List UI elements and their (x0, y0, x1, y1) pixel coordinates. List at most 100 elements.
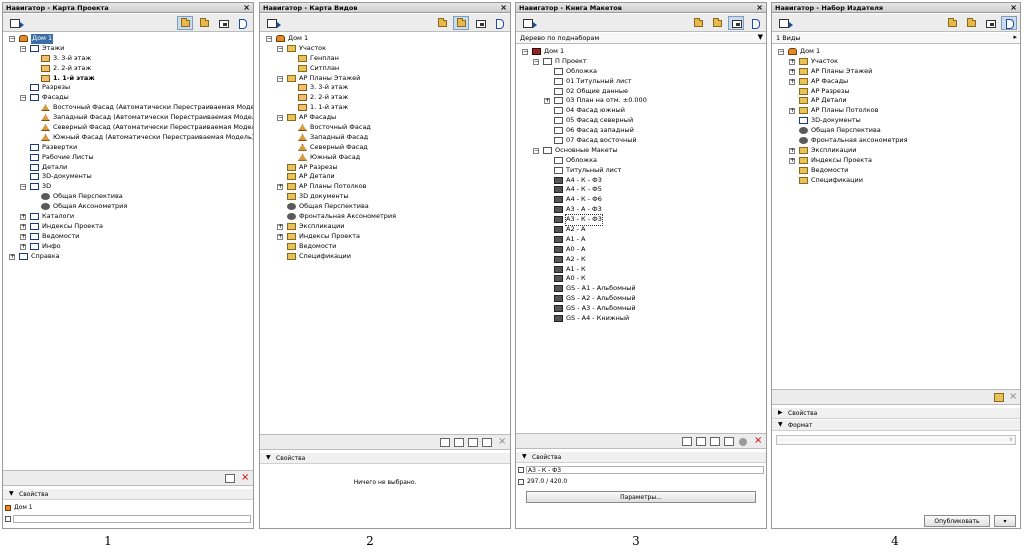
tree-row[interactable]: Северный Фасад (Автоматически Перестраив… (3, 123, 253, 133)
expand-icon[interactable]: + (9, 253, 15, 260)
tree-row[interactable]: 2. 2-й этаж (260, 93, 510, 103)
collapse-icon[interactable]: − (533, 58, 539, 65)
collapse-icon[interactable]: − (277, 75, 283, 82)
tree-row[interactable]: 1. 1-й этаж (3, 74, 253, 84)
layout-book-button[interactable] (472, 16, 488, 30)
clone-folder-icon[interactable] (468, 438, 478, 447)
publisher-sets-button[interactable] (747, 16, 763, 30)
tree-row[interactable]: Восточный Фасад (260, 123, 510, 133)
expand-icon[interactable]: + (789, 147, 795, 154)
tree-row[interactable]: − АР Фасады (260, 113, 510, 123)
tree-row[interactable]: + Справка (3, 252, 253, 262)
delete-icon[interactable]: × (498, 437, 508, 447)
expand-icon[interactable]: + (20, 223, 26, 230)
tree-row[interactable]: Развертки (3, 143, 253, 153)
new-master-icon[interactable] (710, 437, 720, 446)
tree-row[interactable]: А3 - К - Ф3 (516, 214, 766, 227)
tree-row[interactable]: Общая Перспектива (772, 126, 1020, 136)
tree-row[interactable]: + АР Планы Этажей (772, 67, 1020, 77)
layout-book-button[interactable] (215, 16, 231, 30)
tree-row[interactable]: А0 - К (516, 274, 766, 284)
tree-row[interactable]: 06 Фасад западный (516, 126, 766, 136)
tree-row[interactable]: Разрезы (3, 83, 253, 93)
collapse-icon[interactable]: − (522, 49, 528, 55)
expand-icon[interactable]: + (20, 243, 26, 250)
tree-row[interactable]: Южный Фасад (260, 153, 510, 163)
expand-icon[interactable]: + (789, 157, 795, 164)
collapse-icon[interactable]: − (9, 36, 15, 42)
tree-row[interactable]: А4 - К - Ф5 (516, 185, 766, 195)
tree-row[interactable]: − 3D (3, 182, 253, 192)
tree-row[interactable]: А2 - А (516, 225, 766, 235)
new-folder-icon[interactable] (225, 474, 235, 483)
tree-row[interactable]: Западный Фасад (Автоматически Перестраив… (3, 113, 253, 123)
navigator-menu-button[interactable] (775, 16, 795, 30)
tree-row[interactable]: 3. 3-й этаж (3, 54, 253, 64)
tree-row[interactable]: 3D-документы (3, 172, 253, 182)
project-tree[interactable]: − Дом 1− Этажи 3. 3-й этаж 2. 2-й этаж 1. 1-й… (3, 34, 253, 466)
tree-row[interactable]: + Экспликации (260, 222, 510, 232)
tree-row[interactable]: Общая Перспектива (260, 202, 510, 212)
view-tree[interactable]: − Дом 1− Участок Генплан Ситплан − АР Планы Эт… (260, 34, 510, 430)
tree-row[interactable]: Общая Аксонометрия (3, 202, 253, 212)
panel-titlebar[interactable]: Навигатор - Книга Макетов × (516, 3, 766, 13)
tree-row[interactable]: 05 Фасад северный (516, 116, 766, 126)
tree-row[interactable]: + Индексы Проекта (772, 156, 1020, 166)
collapse-icon[interactable]: − (20, 184, 26, 191)
tree-row[interactable]: А1 - А (516, 235, 766, 245)
tree-row[interactable]: А2 - К (516, 255, 766, 265)
tree-row[interactable]: − Этажи (3, 44, 253, 54)
tree-row[interactable]: + Индексы Проекта (3, 222, 253, 232)
collapse-icon[interactable]: − (277, 45, 283, 52)
tree-row[interactable]: Обложка (516, 67, 766, 77)
tree-row[interactable]: + Ведомости (3, 232, 253, 242)
panel-titlebar[interactable]: Навигатор - Карта Видов × (260, 3, 510, 13)
tree-row[interactable]: А4 - К - Ф6 (516, 195, 766, 205)
tree-row[interactable]: + АР Планы Потолков (772, 106, 1020, 116)
panel-titlebar[interactable]: Навигатор - Карта Проекта × (3, 3, 253, 13)
new-layout-icon[interactable] (682, 437, 692, 446)
expand-icon[interactable]: + (789, 78, 795, 85)
expand-icon[interactable]: + (789, 68, 795, 75)
tree-row[interactable]: АР Детали (772, 96, 1020, 106)
layout-book-button[interactable] (982, 16, 998, 30)
format-select[interactable] (776, 435, 1016, 445)
tree-row[interactable]: + АР Планы Потолков (260, 182, 510, 192)
tree-row[interactable]: Детали (3, 163, 253, 173)
expand-icon[interactable]: + (277, 223, 283, 230)
save-view-icon[interactable] (454, 438, 464, 447)
tree-row[interactable]: АР Разрезы (260, 163, 510, 173)
tree-row[interactable]: А3 - А - Ф3 (516, 205, 766, 215)
tree-row[interactable]: GS - А4 - Книжный (516, 314, 766, 324)
tree-row[interactable]: Фронтальная Аксонометрия (260, 212, 510, 222)
tree-row[interactable]: 3D-документы (772, 116, 1020, 126)
navigator-menu-button[interactable] (263, 16, 283, 30)
tree-row[interactable]: + Экспликации (772, 146, 1020, 156)
tree-row[interactable]: А4 - К - Ф3 (516, 176, 766, 186)
publisher-sets-button[interactable] (1001, 16, 1017, 30)
tree-row[interactable]: Спецификации (260, 252, 510, 262)
publisher-sets-button[interactable] (491, 16, 507, 30)
tree-row[interactable]: − Фасады (3, 93, 253, 103)
expand-icon[interactable]: + (20, 233, 26, 240)
tree-row[interactable]: +03 План на отм. ±0.000 (516, 96, 766, 106)
tree-row[interactable]: 3D документы (260, 192, 510, 202)
tree-row[interactable]: Северный Фасад (260, 143, 510, 153)
tree-row[interactable]: + АР Фасады (772, 77, 1020, 87)
close-icon[interactable]: × (500, 3, 507, 12)
tree-row[interactable]: − Дом 1 (516, 47, 766, 57)
delete-icon[interactable]: × (754, 436, 764, 446)
project-map-button[interactable] (944, 16, 960, 30)
properties-section[interactable]: ▼ Свойства (260, 453, 510, 464)
expand-icon[interactable]: + (789, 108, 795, 115)
expand-icon[interactable]: + (544, 98, 550, 105)
publisher-tree[interactable]: − Дом 1 + Участок + АР Планы Этажей + АР Фасады… (772, 47, 1020, 387)
tree-row[interactable]: 3. 3-й этаж (260, 83, 510, 93)
tree-row[interactable]: Ведомости (772, 166, 1020, 176)
tree-row[interactable]: Титульный лист (516, 166, 766, 176)
tree-row[interactable]: − Дом 1 (260, 34, 510, 44)
view-map-button[interactable] (963, 16, 979, 30)
tree-row[interactable]: GS - А3 - Альбомный (516, 304, 766, 314)
view-settings-icon[interactable] (482, 438, 492, 447)
tree-row[interactable]: − Дом 1 (3, 34, 253, 44)
